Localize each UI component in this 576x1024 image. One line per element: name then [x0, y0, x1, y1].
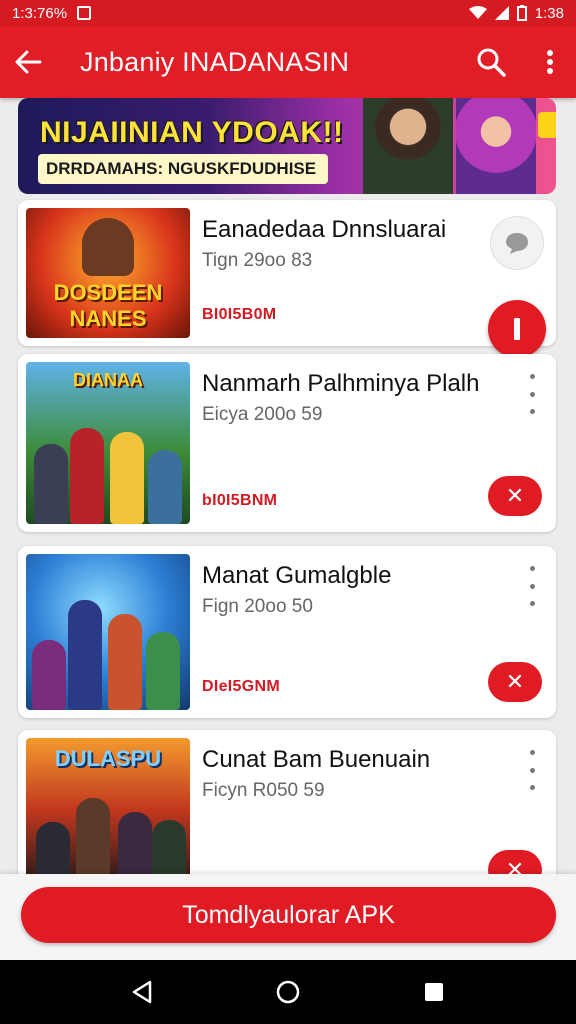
download-name: Manat Gumalgble	[202, 562, 392, 589]
nav-recents-icon[interactable]	[423, 981, 445, 1003]
banner-subline: DRRDAMAHS: NGUSKFDUDHISE	[38, 154, 328, 184]
thumbnail-logo: DULASPU	[54, 746, 162, 771]
more-options-icon[interactable]	[526, 566, 538, 606]
banner-hero-warrior	[363, 98, 453, 194]
thumbnail-characters	[26, 414, 190, 524]
download-apk-button[interactable]: Tomdlyaulorar APK	[21, 887, 556, 943]
more-options-icon[interactable]	[526, 750, 538, 790]
game-thumbnail	[26, 554, 190, 710]
game-thumbnail: DOSDEEN NANES	[26, 208, 190, 338]
download-name: Eanadedaa Dnnsluarai	[202, 216, 447, 243]
nav-home-icon[interactable]	[275, 979, 301, 1005]
nav-back-icon[interactable]	[131, 980, 153, 1004]
signal-icon	[494, 6, 509, 20]
thumbnail-character	[82, 218, 134, 276]
chat-bubble-icon	[506, 233, 528, 254]
download-card[interactable]: DOSDEEN NANES Eanadedaa Dnnsluarai Tign …	[18, 200, 556, 358]
promo-banner[interactable]: NIJAIINIAN YDOAK!! DRRDAMAHS: NGUSKFDUDH…	[18, 98, 556, 194]
more-vertical-icon[interactable]	[546, 49, 554, 75]
banner-headline: NIJAIINIAN YDOAK!!	[40, 116, 344, 149]
thumbnail-logo: DIANAA	[73, 370, 143, 390]
more-options-icon[interactable]	[526, 374, 538, 414]
thumbnail-characters	[26, 590, 190, 710]
download-name: Nanmarh Palhminya Plalh	[202, 370, 480, 397]
cancel-button[interactable]: ✕	[488, 662, 542, 702]
download-card[interactable]: Manat Gumalgble Fign 20oo 50 DIeI5GNM ✕	[18, 546, 556, 718]
download-name: Cunat Bam Buenuain	[202, 746, 431, 773]
download-date: Eicya 200o 59	[202, 404, 323, 425]
arrow-left-icon[interactable]	[14, 50, 42, 74]
system-nav-bar	[0, 960, 576, 1024]
wifi-icon	[468, 6, 487, 19]
download-date: Ficyn R050 59	[202, 780, 325, 801]
notification-icon	[77, 6, 92, 20]
banner-badge-icon	[538, 112, 556, 138]
download-card[interactable]: DIANAA Nanmarh Palhminya Plalh Eicya 200…	[18, 354, 556, 532]
download-size: DIeI5GNM	[202, 678, 280, 695]
status-bar: 1:3:76% 1:38	[0, 0, 576, 26]
download-date: Fign 20oo 50	[202, 596, 313, 617]
pause-icon	[514, 318, 520, 340]
thumbnail-logo: DOSDEEN NANES	[53, 280, 163, 331]
search-icon[interactable]	[476, 47, 506, 77]
cancel-button[interactable]: ✕	[488, 476, 542, 516]
download-size: BI0I5B0M	[202, 306, 277, 323]
game-thumbnail: DULASPU	[26, 738, 190, 882]
pause-button[interactable]	[488, 300, 546, 358]
close-icon: ✕	[505, 483, 525, 508]
close-icon: ✕	[505, 669, 525, 694]
download-date: Tign 29oo 83	[202, 250, 313, 271]
thumbnail-characters	[26, 792, 190, 882]
page-title: Jnbaniy INADANASIN	[80, 46, 350, 77]
app-bar: Jnbaniy INADANASIN	[0, 26, 576, 98]
download-size: bI0I5BNM	[202, 492, 278, 509]
status-left-text: 1:3:76%	[12, 4, 68, 22]
download-card[interactable]: DULASPU Cunat Bam Buenuain Ficyn R050 59…	[18, 730, 556, 890]
battery-icon	[516, 5, 527, 21]
chat-button[interactable]	[490, 216, 544, 270]
banner-hero-mage	[456, 98, 536, 194]
status-time: 1:38	[534, 4, 564, 22]
game-thumbnail: DIANAA	[26, 362, 190, 524]
